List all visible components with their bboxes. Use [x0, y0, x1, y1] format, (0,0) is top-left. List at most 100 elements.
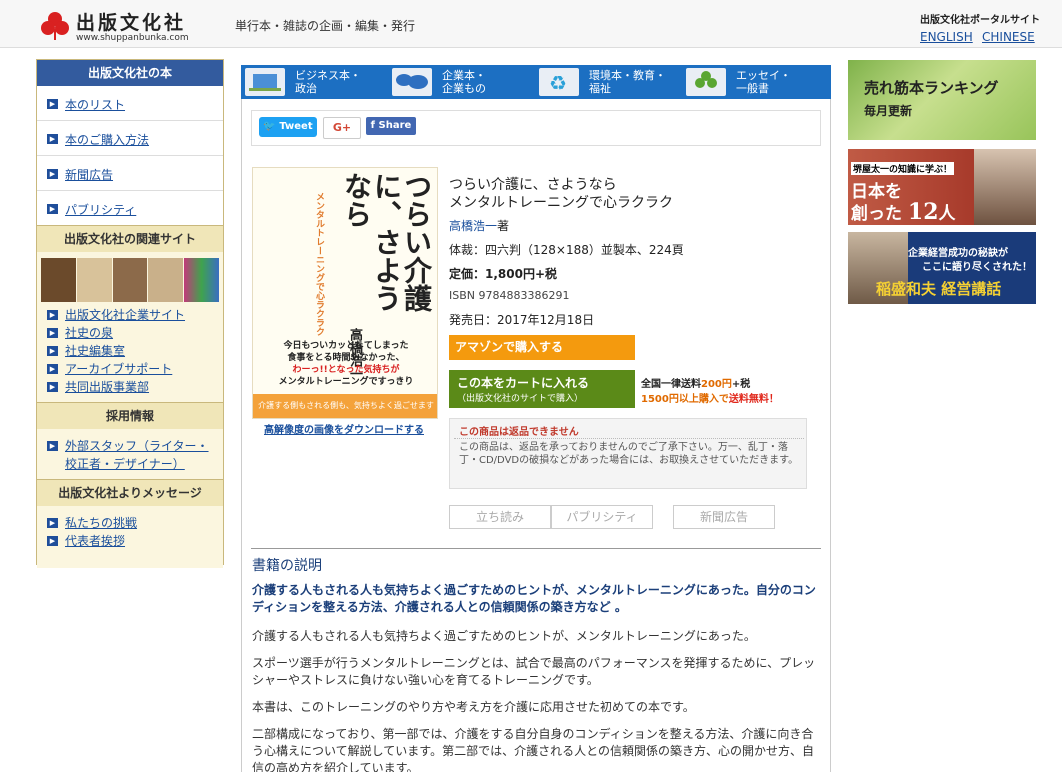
category-label-line1: エッセイ・: [736, 69, 791, 82]
tab-newspaper-ad[interactable]: 新聞広告: [673, 505, 775, 529]
facebook-icon: f: [370, 120, 376, 131]
sakaiya-banner[interactable]: 堺屋太一の知識に学ぶ！ 日本を 創った 12人: [848, 149, 1036, 225]
logo-text[interactable]: 出版文化社: [76, 8, 186, 35]
inamori-title: 稲盛和夫 経営講話: [876, 280, 1002, 298]
sakaiya-lead: 堺屋太一の知識に学ぶ！: [851, 162, 955, 175]
book-price: 定価：1,800円+税: [449, 267, 558, 281]
category-essay[interactable]: エッセイ・ 一般書: [682, 65, 829, 99]
ranking-banner[interactable]: 売れ筋本ランキング 毎月更新: [848, 60, 1036, 140]
cover-subtitle: メンタルトレーニングで心ラクラク: [314, 192, 324, 336]
category-label-line1: 企業本・: [442, 69, 486, 82]
facebook-share-button[interactable]: f Share: [366, 117, 416, 135]
category-environment[interactable]: ♻ 環境本・教育・ 福祉: [535, 65, 682, 99]
sidebar-item-purchase[interactable]: ▶ 本のご購入方法: [37, 121, 223, 156]
arrow-right-icon: ▶: [47, 169, 58, 179]
category-label-line2: 政治: [295, 82, 317, 95]
tweet-button[interactable]: 🐦 Tweet: [259, 117, 317, 137]
arrow-right-icon: ▶: [47, 441, 58, 451]
category-business[interactable]: ビジネス本・ 政治: [241, 65, 388, 99]
category-nav: ビジネス本・ 政治 企業本・ 企業もの ♻ 環境本・教育・ 福祉 エッセイ・ 一般書: [241, 65, 831, 99]
section-divider: [251, 548, 821, 549]
twitter-bird-icon: 🐦: [263, 121, 276, 132]
inamori-line2: ここに語り尽くされた！: [922, 262, 1032, 273]
logo-clover-icon[interactable]: [40, 11, 70, 41]
arrow-right-icon: ▶: [47, 99, 58, 109]
arrow-right-icon: ▶: [47, 382, 58, 392]
category-label-line2: 企業もの: [442, 82, 486, 95]
lang-english-link[interactable]: ENGLISH: [920, 30, 973, 44]
social-share-bar: 🐦 Tweet G+ f Share: [251, 110, 821, 146]
category-corporate[interactable]: 企業本・ 企業もの: [388, 65, 535, 99]
tab-preview[interactable]: 立ち読み: [449, 505, 551, 529]
book-spec: 体裁：四六判（128×188）並製本、224頁: [449, 243, 684, 257]
related-sites-image: [41, 258, 219, 302]
description-paragraph: 本書は、このトレーニングのやり方や考え方を介護に応用させた初めての本です。: [252, 700, 695, 714]
inamori-line1: 企業経営成功の秘訣が: [908, 248, 1008, 259]
related-link-shashi-editorial[interactable]: ▶ 社史編集室: [37, 342, 223, 360]
world-map-icon: [392, 68, 432, 96]
related-link-joint-publishing[interactable]: ▶ 共同出版事業部: [37, 378, 223, 396]
sidebar-item-label[interactable]: 新聞広告: [65, 166, 113, 183]
tab-publicity[interactable]: パブリシティ: [551, 505, 653, 529]
arrow-right-icon: ▶: [47, 364, 58, 374]
cover-blurb: 今日もついカッとしてしまった 食事をとる時間もなかった、 わーっ!!となった気持…: [278, 341, 414, 387]
logo-url: www.shuppanbunka.com: [76, 33, 189, 43]
recycle-icon: ♻: [539, 68, 579, 96]
category-label-line1: 環境本・教育・: [589, 69, 666, 82]
add-to-cart-button[interactable]: この本をカートに入れる （出版文化社のサイトで購入）: [449, 370, 635, 408]
related-link-corporate[interactable]: ▶ 出版文化社企業サイト: [37, 306, 223, 324]
svg-text:♻: ♻: [549, 71, 567, 95]
sidebar-recruit-block: ▶ 外部スタッフ（ライター・校正者・デザイナー）: [37, 429, 223, 480]
clover-icon: [686, 68, 726, 96]
sidebar-item-newspaper-ads[interactable]: ▶ 新聞広告: [37, 156, 223, 191]
author-link[interactable]: 高橋浩一: [449, 219, 497, 233]
sidebar-item-label[interactable]: パブリシティ: [65, 201, 136, 218]
site-tagline: 単行本・雑誌の企画・編集・発行: [235, 19, 416, 33]
sidebar-item-publicity[interactable]: ▶ パブリシティ: [37, 191, 223, 226]
description-paragraph: 介護する人もされる人も気持ちよく過ごすためのヒントが、メンタルトレーニングにあっ…: [252, 629, 756, 643]
no-return-notice: この商品は返品できません この商品は、返品を承っておりませんのでご了承下さい。万…: [449, 418, 807, 489]
portal-label: 出版文化社ポータルサイト: [920, 15, 1040, 26]
related-link-archive-support[interactable]: ▶ アーカイブサポート: [37, 360, 223, 378]
message-link-greeting[interactable]: ▶ 代表者挨拶: [37, 532, 223, 550]
book-isbn: ISBN 9784883386291: [449, 289, 570, 302]
shipping-fee-text: 全国一律送料200円+税: [641, 379, 751, 390]
ranking-title: 売れ筋本ランキング: [864, 79, 999, 97]
sidebar-message-header: 出版文化社よりメッセージ: [37, 480, 223, 506]
ranking-subtitle: 毎月更新: [864, 104, 913, 118]
book-release-date: 発売日：2017年12月18日: [449, 313, 595, 327]
category-label-line2: 福祉: [589, 82, 611, 95]
google-plus-button[interactable]: G+: [323, 117, 361, 139]
arrow-right-icon: ▶: [47, 134, 58, 144]
arrow-right-icon: ▶: [47, 518, 58, 528]
left-sidebar: 出版文化社の本 ▶ 本のリスト ▶ 本のご購入方法 ▶ 新聞広告 ▶ パブリシテ…: [36, 59, 224, 568]
amazon-buy-button[interactable]: アマゾンで購入する: [449, 335, 635, 360]
category-label-line2: 一般書: [736, 82, 769, 95]
book-author: 高橋浩一著: [449, 219, 510, 233]
description-paragraph: スポーツ選手が行うメンタルトレーニングとは、試合で最高のパフォーマンスを発揮する…: [252, 656, 816, 687]
notice-title: この商品は返品できません: [459, 427, 579, 438]
cover-band: 介護する側もされる側も、気持ちよく過ごせます: [253, 394, 437, 418]
arrow-right-icon: ▶: [47, 346, 58, 356]
sidebar-books-header: 出版文化社の本: [37, 60, 223, 86]
lang-chinese-link[interactable]: CHINESE: [982, 30, 1035, 44]
sidebar-item-book-list[interactable]: ▶ 本のリスト: [37, 86, 223, 121]
book-cover-image[interactable]: つらい介護に、さようなら メンタルトレーニングで心ラクラク 高橋浩一 今日もつい…: [252, 167, 438, 419]
download-hires-link[interactable]: 高解像度の画像をダウンロードする: [264, 421, 424, 436]
related-link-shashi-izumi[interactable]: ▶ 社史の泉: [37, 324, 223, 342]
sidebar-related-block: ▶ 出版文化社企業サイト ▶ 社史の泉 ▶ 社史編集室 ▶ アーカイブサポート ▶ 共同出…: [37, 252, 223, 403]
recruit-link-external-staff[interactable]: ▶ 外部スタッフ（ライター・校正者・デザイナー）: [37, 437, 223, 473]
author-photo: [974, 149, 1036, 225]
notice-divider: [454, 438, 804, 439]
laptop-icon: [245, 68, 285, 96]
message-link-challenge[interactable]: ▶ 私たちの挑戦: [37, 514, 223, 532]
description-paragraph: 二部構成になっており、第一部では、介護をする自分自身のコンディションを整える方法…: [252, 727, 814, 772]
sakaiya-title-line2: 創った 12人: [851, 199, 956, 225]
site-header: 出版文化社 www.shuppanbunka.com 単行本・雑誌の企画・編集・…: [0, 0, 1062, 48]
description-lead: 介護する人もされる人も気持ちよく過ごすためのヒントが、メンタルトレーニングにあっ…: [252, 583, 816, 614]
description-title: 書籍の説明: [252, 558, 322, 574]
inamori-banner[interactable]: 企業経営成功の秘訣が ここに語り尽くされた！ 稲盛和夫 経営講話: [848, 232, 1036, 304]
category-label-line1: ビジネス本・: [295, 69, 361, 82]
sidebar-item-label[interactable]: 本のご購入方法: [65, 131, 149, 148]
sidebar-item-label[interactable]: 本のリスト: [65, 96, 125, 113]
